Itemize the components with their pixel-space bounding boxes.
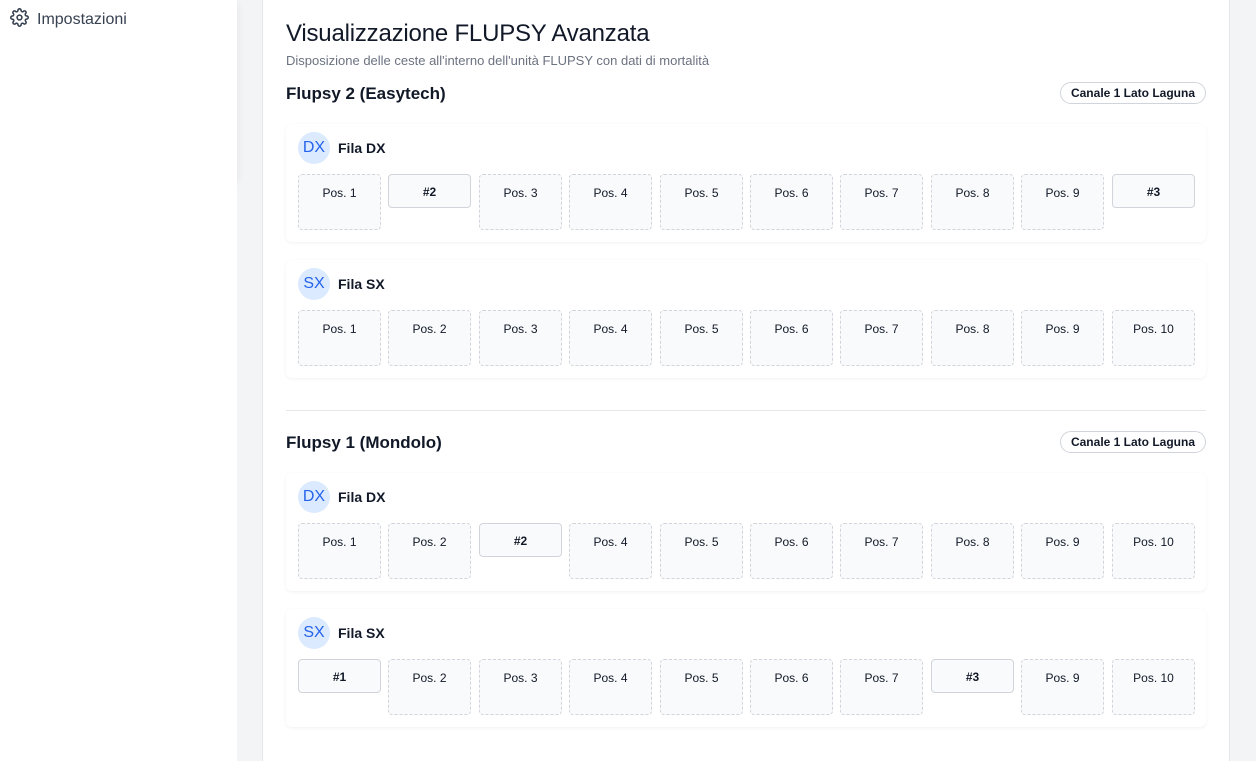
empty-position-cell[interactable]: Pos. 6 xyxy=(750,174,833,230)
empty-position-cell[interactable]: Pos. 6 xyxy=(750,310,833,366)
sidebar-background xyxy=(0,178,237,761)
flupsy-header: Flupsy 2 (Easytech) Canale 1 Lato Laguna xyxy=(286,82,1206,112)
sidebar-item-settings[interactable]: Impostazioni xyxy=(10,8,127,32)
empty-position-cell[interactable]: Pos. 6 xyxy=(750,659,833,715)
flupsy-name: Flupsy 2 (Easytech) xyxy=(286,84,446,103)
row-card: SX Fila SX Pos. 1 Pos. 2 Pos. 3 Pos. 4 Pos. 5P… xyxy=(286,260,1206,378)
row-header: DX Fila DX xyxy=(298,132,385,164)
basket-cell[interactable]: #1 xyxy=(298,659,381,693)
empty-position-cell[interactable]: Pos. 2 xyxy=(388,310,471,366)
empty-position-cell[interactable]: Pos. 4 xyxy=(569,174,652,230)
empty-position-cell[interactable]: Pos. 2 xyxy=(388,523,471,579)
page-subtitle: Disposizione delle ceste all'interno del… xyxy=(286,53,710,68)
empty-position-cell[interactable]: Pos. 7 xyxy=(840,659,923,715)
empty-position-cell[interactable]: Pos. 8 xyxy=(931,310,1014,366)
empty-position-cell[interactable]: Pos. 5 xyxy=(660,174,743,230)
row-card: SX Fila SX #1 Pos. 2 Pos. 3 Pos. 4 Pos. 5 Pos. … xyxy=(286,609,1206,727)
sidebar-item-label: Impostazioni xyxy=(37,11,127,28)
flupsy-section: Flupsy 1 (Mondolo) Canale 1 Lato Laguna DX… xyxy=(286,431,1206,727)
empty-position-cell[interactable]: Pos. 4 xyxy=(569,310,652,366)
channel-badge: Canale 1 Lato Laguna xyxy=(1059,82,1206,104)
row-side-avatar: DX xyxy=(298,481,330,513)
empty-position-cell[interactable]: Pos. 1 xyxy=(298,523,381,579)
row-header: DX Fila DX xyxy=(298,481,385,513)
row-side-avatar: DX xyxy=(298,132,330,164)
gear-icon xyxy=(10,8,29,32)
empty-position-cell[interactable]: Pos. 1 xyxy=(298,310,381,366)
empty-position-cell[interactable]: Pos. 5 xyxy=(660,659,743,715)
empty-position-cell[interactable]: Pos. 5 xyxy=(660,310,743,366)
empty-position-cell[interactable]: Pos. 10 xyxy=(1112,659,1195,715)
empty-position-cell[interactable]: Pos. 3 xyxy=(479,659,562,715)
row-side-avatar: SX xyxy=(298,268,330,300)
empty-position-cell[interactable]: Pos. 9 xyxy=(1021,659,1104,715)
row-label: Fila SX xyxy=(338,276,385,292)
empty-position-cell[interactable]: Pos. 6 xyxy=(750,523,833,579)
empty-position-cell[interactable]: Pos. 9 xyxy=(1021,523,1104,579)
flupsy-header: Flupsy 1 (Mondolo) Canale 1 Lato Laguna xyxy=(286,431,1206,461)
empty-position-cell[interactable]: Pos. 8 xyxy=(931,523,1014,579)
empty-position-cell[interactable]: Pos. 9 xyxy=(1021,310,1104,366)
basket-cell[interactable]: #2 xyxy=(388,174,471,208)
row-card: DX Fila DX Pos. 1 #2 Pos. 3 Pos. 4 Pos. 5 Pos. … xyxy=(286,124,1206,242)
empty-position-cell[interactable]: Pos. 3 xyxy=(479,174,562,230)
empty-position-cell[interactable]: Pos. 2 xyxy=(388,659,471,715)
empty-position-cell[interactable]: Pos. 10 xyxy=(1112,523,1195,579)
empty-position-cell[interactable]: Pos. 4 xyxy=(569,523,652,579)
empty-position-cell[interactable]: Pos. 3 xyxy=(479,310,562,366)
row-label: Fila DX xyxy=(338,140,386,156)
empty-position-cell[interactable]: Pos. 7 xyxy=(840,174,923,230)
channel-badge: Canale 1 Lato Laguna xyxy=(1059,431,1206,453)
row-header: SX Fila SX xyxy=(298,617,385,649)
empty-position-cell[interactable]: Pos. 7 xyxy=(840,310,923,366)
empty-position-cell[interactable]: Pos. 1 xyxy=(298,174,381,230)
empty-position-cell[interactable]: Pos. 10 xyxy=(1112,310,1195,366)
sidebar: Impostazioni xyxy=(0,0,237,178)
flupsy-name: Flupsy 1 (Mondolo) xyxy=(286,433,442,452)
section-divider xyxy=(286,410,1206,411)
row-side-avatar: SX xyxy=(298,617,330,649)
flupsy-section: Flupsy 2 (Easytech) Canale 1 Lato Laguna D… xyxy=(286,82,1206,378)
row-card: DX Fila DX Pos. 1 Pos. 2 #2 Pos. 4 Pos. 5 Pos. … xyxy=(286,473,1206,591)
page-title: Visualizzazione FLUPSY Avanzata xyxy=(286,20,650,47)
basket-cell[interactable]: #2 xyxy=(479,523,562,557)
row-label: Fila SX xyxy=(338,625,385,641)
basket-cell[interactable]: #3 xyxy=(931,659,1014,693)
empty-position-cell[interactable]: Pos. 9 xyxy=(1021,174,1104,230)
empty-position-cell[interactable]: Pos. 4 xyxy=(569,659,652,715)
basket-cell[interactable]: #3 xyxy=(1112,174,1195,208)
row-label: Fila DX xyxy=(338,489,386,505)
empty-position-cell[interactable]: Pos. 5 xyxy=(660,523,743,579)
empty-position-cell[interactable]: Pos. 7 xyxy=(840,523,923,579)
row-header: SX Fila SX xyxy=(298,268,385,300)
empty-position-cell[interactable]: Pos. 8 xyxy=(931,174,1014,230)
